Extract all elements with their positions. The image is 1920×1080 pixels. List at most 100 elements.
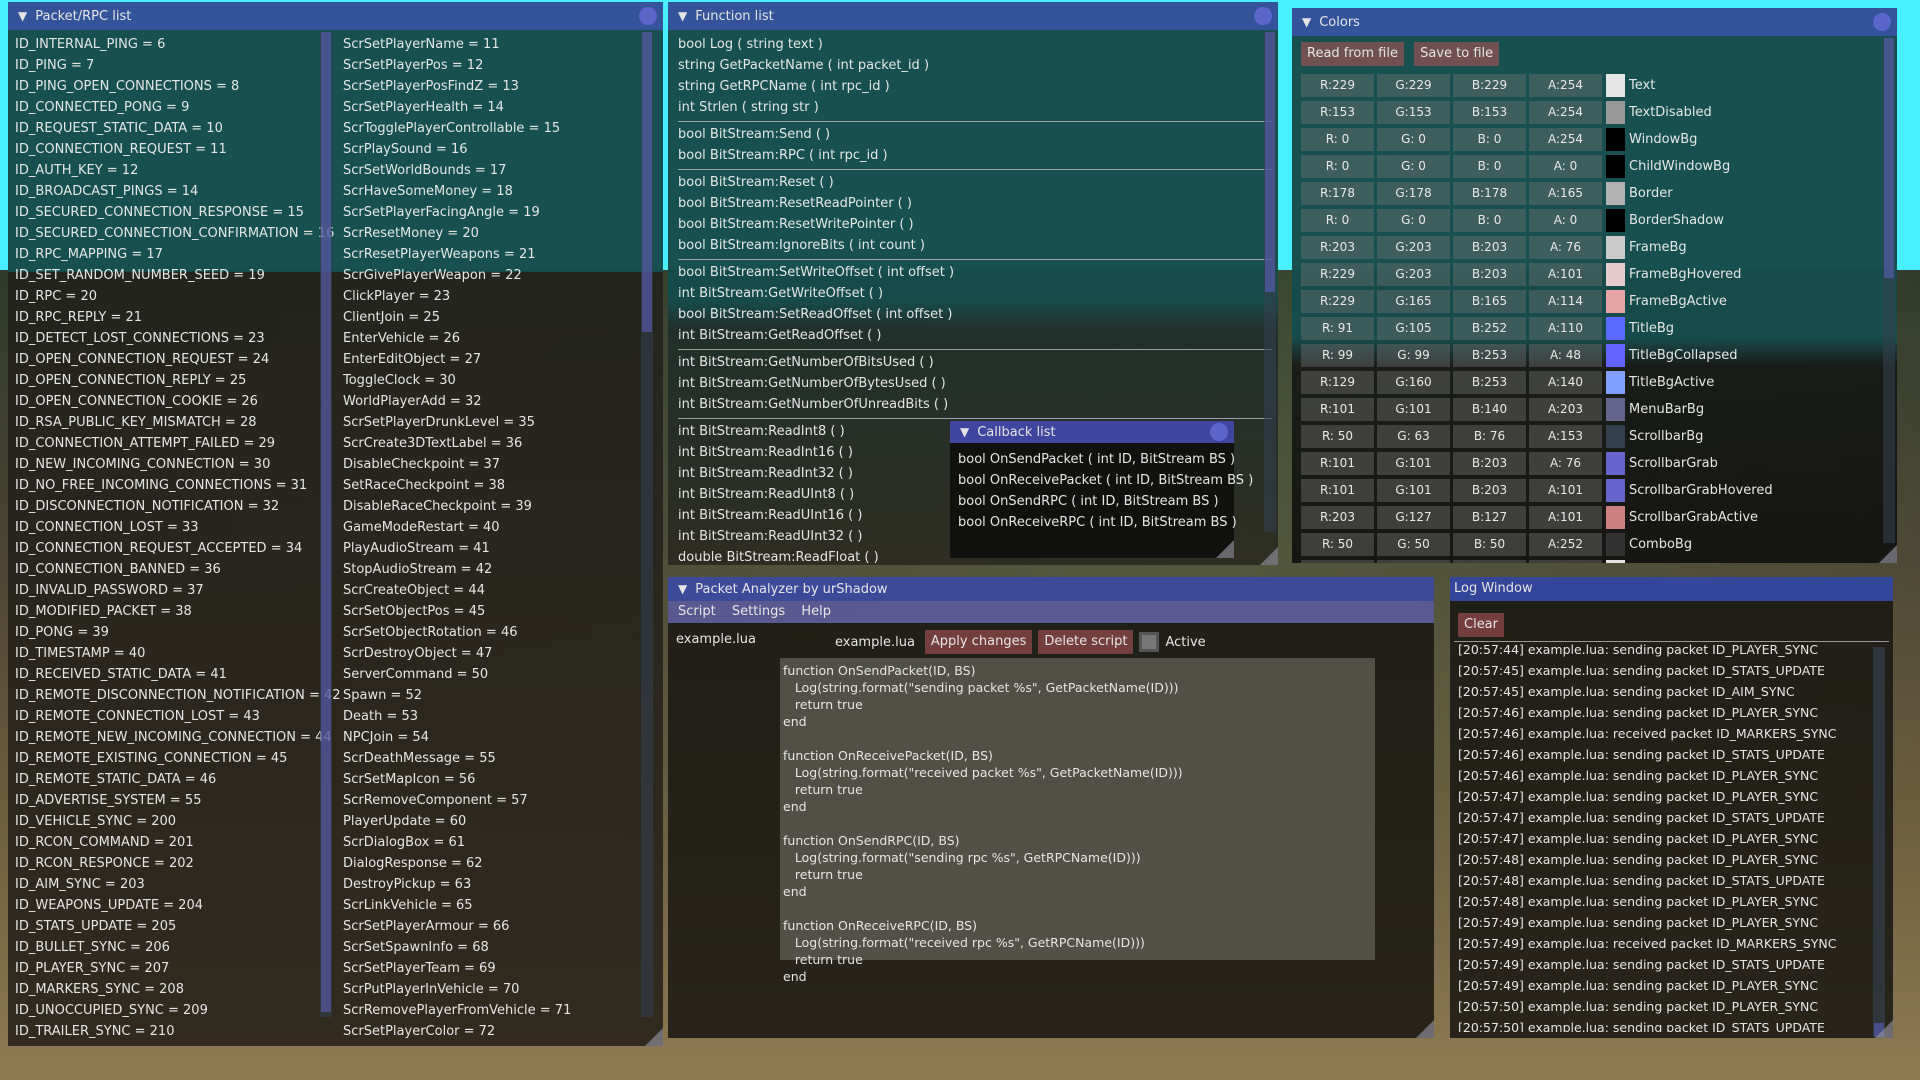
packet-list-item[interactable]: ID_BULLET_SYNC = 206 xyxy=(15,937,320,958)
color-swatch[interactable] xyxy=(1606,506,1625,529)
function-item[interactable]: string GetRPCName ( int rpc_id ) xyxy=(674,76,1278,97)
color-g-field[interactable]: G:203 xyxy=(1377,236,1450,259)
function-item[interactable]: bool BitStream:RPC ( int rpc_id ) xyxy=(674,145,1278,166)
clear-log-button[interactable]: Clear xyxy=(1458,613,1504,637)
packet-list-scrollbar[interactable] xyxy=(320,32,332,1017)
packet-list-item[interactable]: ID_UNOCCUPIED_SYNC = 209 xyxy=(15,1000,320,1021)
rpc-list-item[interactable]: ScrRemoveComponent = 57 xyxy=(343,790,643,811)
rpc-list-item[interactable]: DisableCheckpoint = 37 xyxy=(343,454,643,475)
color-swatch[interactable] xyxy=(1606,560,1625,563)
packet-list-item[interactable]: ID_DISCONNECTION_NOTIFICATION = 32 xyxy=(15,496,320,517)
color-a-field[interactable]: A: 0 xyxy=(1529,155,1602,178)
color-r-field[interactable]: R:153 xyxy=(1301,101,1374,124)
color-a-field[interactable]: A:252 xyxy=(1529,533,1602,556)
color-a-field[interactable]: A:203 xyxy=(1529,398,1602,421)
collapse-triangle-icon[interactable]: ▼ xyxy=(960,421,969,443)
color-swatch[interactable] xyxy=(1606,398,1625,421)
color-b-field[interactable]: B:165 xyxy=(1453,290,1526,313)
color-g-field[interactable]: G:160 xyxy=(1377,371,1450,394)
color-b-field[interactable]: B:203 xyxy=(1453,452,1526,475)
rpc-list-item[interactable]: ScrSetPlayerName = 11 xyxy=(343,34,643,55)
color-g-field[interactable]: G:101 xyxy=(1377,398,1450,421)
packet-list-item[interactable]: ID_CONNECTION_ATTEMPT_FAILED = 29 xyxy=(15,433,320,454)
color-b-field[interactable]: B: 50 xyxy=(1453,533,1526,556)
color-swatch[interactable] xyxy=(1606,101,1625,124)
delete-script-button[interactable]: Delete script xyxy=(1038,630,1134,654)
window-titlebar[interactable]: Log Window xyxy=(1450,577,1893,601)
callback-item[interactable]: bool OnReceivePacket ( int ID, BitStream… xyxy=(958,470,1253,491)
color-swatch[interactable] xyxy=(1606,209,1625,232)
packet-list-item[interactable]: ID_AUTH_KEY = 12 xyxy=(15,160,320,181)
packet-list-item[interactable]: ID_REMOTE_DISCONNECTION_NOTIFICATION = 4… xyxy=(15,685,341,706)
packet-list-item[interactable]: ID_OPEN_CONNECTION_REPLY = 25 xyxy=(15,370,320,391)
packet-list-item[interactable]: ID_CONNECTED_PONG = 9 xyxy=(15,97,320,118)
color-a-field[interactable]: A: 0 xyxy=(1529,209,1602,232)
color-r-field[interactable]: R:101 xyxy=(1301,452,1374,475)
rpc-list-item[interactable]: ClientJoin = 25 xyxy=(343,307,643,328)
scrollbar-grab[interactable] xyxy=(1265,32,1275,292)
window-titlebar[interactable]: ▼ Function list xyxy=(668,2,1278,30)
rpc-list-item[interactable]: Spawn = 52 xyxy=(343,685,643,706)
packet-list-item[interactable]: ID_STATS_UPDATE = 205 xyxy=(15,916,320,937)
color-g-field[interactable]: G:203 xyxy=(1377,263,1450,286)
rpc-list-scrollbar[interactable] xyxy=(641,32,653,1017)
menu-help[interactable]: Help xyxy=(801,604,831,619)
rpc-list-item[interactable]: ScrSetObjectPos = 45 xyxy=(343,601,643,622)
color-b-field[interactable]: B:253 xyxy=(1453,371,1526,394)
packet-list-item[interactable]: ID_ADVERTISE_SYSTEM = 55 xyxy=(15,790,320,811)
color-b-field[interactable]: B: 0 xyxy=(1453,209,1526,232)
packet-list-item[interactable]: ID_NO_FREE_INCOMING_CONNECTIONS = 31 xyxy=(15,475,320,496)
packet-list-item[interactable]: ID_RCON_RESPONCE = 202 xyxy=(15,853,320,874)
color-b-field[interactable]: B:203 xyxy=(1453,263,1526,286)
rpc-list-item[interactable]: ScrResetMoney = 20 xyxy=(343,223,643,244)
packet-list-item[interactable]: ID_PLAYER_SYNC = 207 xyxy=(15,958,320,979)
packet-list-item[interactable]: ID_VEHICLE_SYNC = 200 xyxy=(15,811,320,832)
packet-list-item[interactable]: ID_PONG = 39 xyxy=(15,622,320,643)
packet-list-item[interactable]: ID_REMOTE_STATIC_DATA = 46 xyxy=(15,769,320,790)
color-b-field[interactable]: B:203 xyxy=(1453,236,1526,259)
rpc-list-item[interactable]: EnterVehicle = 26 xyxy=(343,328,643,349)
rpc-list-item[interactable]: ScrPutPlayerInVehicle = 70 xyxy=(343,979,643,1000)
color-b-field[interactable]: B:127 xyxy=(1453,506,1526,529)
color-a-field[interactable]: A:110 xyxy=(1529,317,1602,340)
packet-list-item[interactable]: ID_INTERNAL_PING = 6 xyxy=(15,34,320,55)
color-b-field[interactable]: B: 0 xyxy=(1453,128,1526,151)
color-swatch[interactable] xyxy=(1606,290,1625,313)
color-r-field[interactable]: R: 0 xyxy=(1301,155,1374,178)
color-g-field[interactable]: G:127 xyxy=(1377,506,1450,529)
packet-list-item[interactable]: ID_WEAPONS_UPDATE = 204 xyxy=(15,895,320,916)
color-swatch[interactable] xyxy=(1606,263,1625,286)
rpc-list-item[interactable]: WorldPlayerAdd = 32 xyxy=(343,391,643,412)
color-a-field[interactable]: A: 76 xyxy=(1529,236,1602,259)
color-a-field[interactable]: A: 76 xyxy=(1529,452,1602,475)
function-item[interactable]: int Strlen ( string str ) xyxy=(674,97,1278,118)
function-item[interactable]: bool Log ( string text ) xyxy=(674,34,1278,55)
rpc-list-item[interactable]: ScrPlaySound = 16 xyxy=(343,139,643,160)
color-r-field[interactable]: R:203 xyxy=(1301,506,1374,529)
color-g-field[interactable]: G:101 xyxy=(1377,479,1450,502)
scrollbar-grab[interactable] xyxy=(642,32,652,332)
packet-list-item[interactable]: ID_REQUEST_STATIC_DATA = 10 xyxy=(15,118,320,139)
color-b-field[interactable]: B:178 xyxy=(1453,182,1526,205)
resize-grip[interactable] xyxy=(1416,1020,1434,1038)
rpc-list-item[interactable]: ScrCreate3DTextLabel = 36 xyxy=(343,433,643,454)
packet-list-item[interactable]: ID_OPEN_CONNECTION_COOKIE = 26 xyxy=(15,391,320,412)
rpc-list-item[interactable]: DisableRaceCheckpoint = 39 xyxy=(343,496,643,517)
rpc-list-item[interactable]: PlayerUpdate = 60 xyxy=(343,811,643,832)
resize-grip[interactable] xyxy=(1875,1020,1893,1038)
color-swatch[interactable] xyxy=(1606,155,1625,178)
function-item[interactable]: int BitStream:GetWriteOffset ( ) xyxy=(674,283,1278,304)
collapse-triangle-icon[interactable]: ▼ xyxy=(678,577,687,601)
packet-list-item[interactable]: ID_OPEN_CONNECTION_REQUEST = 24 xyxy=(15,349,320,370)
rpc-list-item[interactable]: ClickPlayer = 23 xyxy=(343,286,643,307)
color-swatch[interactable] xyxy=(1606,344,1625,367)
color-r-field[interactable]: R:101 xyxy=(1301,479,1374,502)
collapse-triangle-icon[interactable]: ▼ xyxy=(678,2,687,30)
rpc-list-item[interactable]: DestroyPickup = 63 xyxy=(343,874,643,895)
color-r-field[interactable]: R: 91 xyxy=(1301,317,1374,340)
color-r-field[interactable]: R: 99 xyxy=(1301,344,1374,367)
resize-grip[interactable] xyxy=(1216,540,1234,558)
collapse-triangle-icon[interactable]: ▼ xyxy=(1302,8,1311,36)
color-b-field[interactable]: B:229 xyxy=(1453,74,1526,97)
color-a-field[interactable]: A:153 xyxy=(1529,425,1602,448)
